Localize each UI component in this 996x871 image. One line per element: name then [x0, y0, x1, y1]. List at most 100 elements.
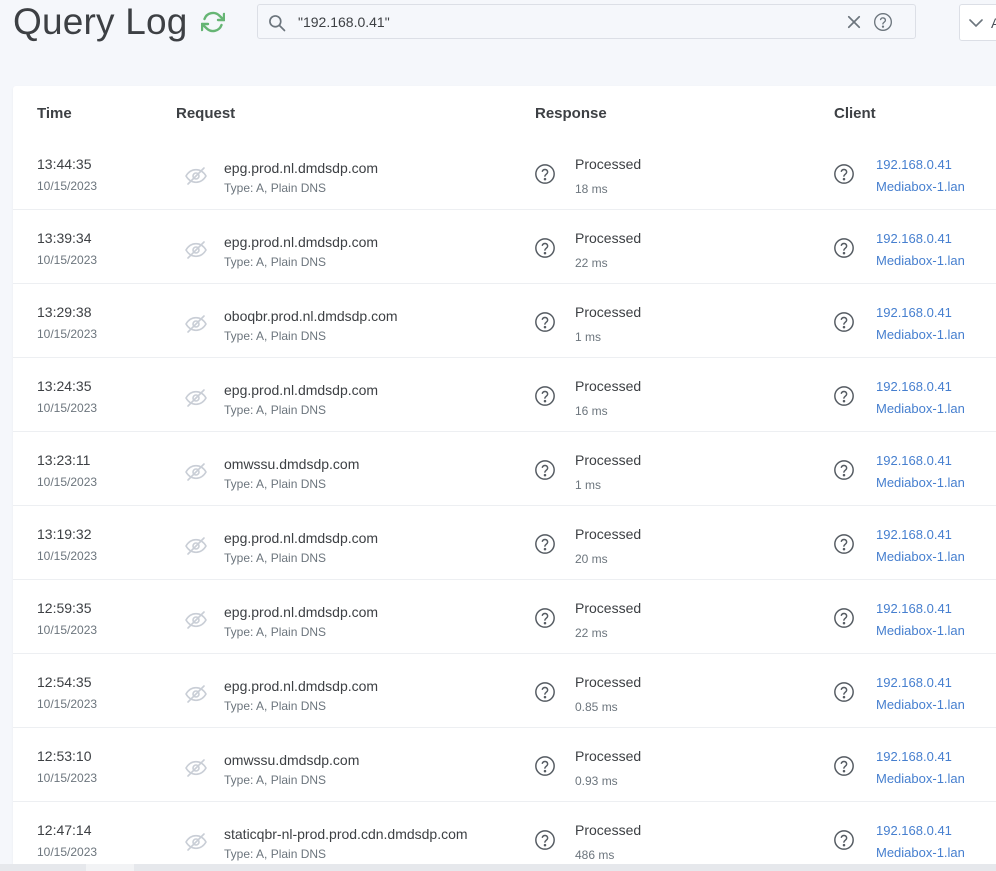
question-circle-icon[interactable]	[833, 829, 855, 851]
question-circle-icon[interactable]	[833, 459, 855, 481]
client-ip-link[interactable]: 192.168.0.41	[876, 305, 952, 320]
eye-off-icon	[185, 389, 207, 407]
client-ip-link[interactable]: 192.168.0.41	[876, 675, 952, 690]
refresh-button[interactable]	[200, 9, 226, 35]
table-row[interactable]: 12:59:35 10/15/2023 epg.prod.nl.dmdsdp.c…	[13, 580, 996, 654]
eye-off-icon	[185, 315, 207, 333]
request-domain: epg.prod.nl.dmdsdp.com	[224, 160, 379, 176]
response-time: 20 ms	[575, 552, 608, 566]
question-circle-icon[interactable]	[833, 755, 855, 777]
client-name-link[interactable]: Mediabox-1.lan	[876, 697, 965, 712]
question-circle-icon[interactable]	[534, 681, 556, 703]
client-name-link[interactable]: Mediabox-1.lan	[876, 179, 965, 194]
question-circle-icon[interactable]	[833, 385, 855, 407]
table-header: Time Request Response Client	[13, 86, 996, 143]
client-ip-link[interactable]: 192.168.0.41	[876, 601, 952, 616]
table-row[interactable]: 13:44:35 10/15/2023 epg.prod.nl.dmdsdp.c…	[13, 136, 996, 210]
question-circle-icon[interactable]	[534, 237, 556, 259]
response-filter-select[interactable]: A	[959, 4, 996, 41]
client-ip-link[interactable]: 192.168.0.41	[876, 749, 952, 764]
question-circle-icon[interactable]	[534, 163, 556, 185]
response-status: Processed	[575, 674, 642, 690]
request-type: Type: A, Plain DNS	[224, 773, 327, 787]
question-circle-icon[interactable]	[833, 533, 855, 555]
request-type: Type: A, Plain DNS	[224, 699, 327, 713]
table-row[interactable]: 13:39:34 10/15/2023 epg.prod.nl.dmdsdp.c…	[13, 210, 996, 284]
response-status: Processed	[575, 748, 642, 764]
column-header-request[interactable]: Request	[176, 105, 235, 122]
response-status: Processed	[575, 156, 642, 172]
response-time: 0.93 ms	[575, 774, 618, 788]
time-value: 13:24:35	[37, 378, 92, 394]
response-time: 1 ms	[575, 478, 602, 492]
table-row[interactable]: 12:54:35 10/15/2023 epg.prod.nl.dmdsdp.c…	[13, 654, 996, 728]
table-body: 13:44:35 10/15/2023 epg.prod.nl.dmdsdp.c…	[13, 136, 996, 871]
question-circle-icon[interactable]	[534, 385, 556, 407]
response-time: 1 ms	[575, 330, 602, 344]
question-circle-icon[interactable]	[833, 311, 855, 333]
table-row[interactable]: 13:23:11 10/15/2023 omwssu.dmdsdp.com Ty…	[13, 432, 996, 506]
table-row[interactable]: 13:29:38 10/15/2023 oboqbr.prod.nl.dmdsd…	[13, 284, 996, 358]
question-circle-icon[interactable]	[833, 237, 855, 259]
client-ip-link[interactable]: 192.168.0.41	[876, 453, 952, 468]
response-status: Processed	[575, 452, 642, 468]
table-row[interactable]: 13:19:32 10/15/2023 epg.prod.nl.dmdsdp.c…	[13, 506, 996, 580]
time-value: 13:44:35	[37, 156, 92, 172]
request-domain: omwssu.dmdsdp.com	[224, 456, 360, 472]
client-name-link[interactable]: Mediabox-1.lan	[876, 549, 965, 564]
client-name-link[interactable]: Mediabox-1.lan	[876, 623, 965, 638]
question-circle-icon[interactable]	[873, 12, 893, 32]
client-ip-link[interactable]: 192.168.0.41	[876, 231, 952, 246]
time-value: 13:39:34	[37, 230, 92, 246]
client-ip-link[interactable]: 192.168.0.41	[876, 527, 952, 542]
client-name-link[interactable]: Mediabox-1.lan	[876, 253, 965, 268]
question-circle-icon[interactable]	[833, 607, 855, 629]
eye-off-icon	[185, 241, 207, 259]
request-domain: epg.prod.nl.dmdsdp.com	[224, 382, 379, 398]
response-status: Processed	[575, 526, 642, 542]
date-value: 10/15/2023	[37, 845, 98, 859]
question-circle-icon[interactable]	[833, 163, 855, 185]
client-name-link[interactable]: Mediabox-1.lan	[876, 771, 965, 786]
column-header-response[interactable]: Response	[535, 105, 607, 122]
client-name-link[interactable]: Mediabox-1.lan	[876, 401, 965, 416]
request-domain: oboqbr.prod.nl.dmdsdp.com	[224, 308, 398, 324]
request-domain: epg.prod.nl.dmdsdp.com	[224, 604, 379, 620]
column-header-time[interactable]: Time	[37, 105, 72, 122]
question-circle-icon[interactable]	[833, 681, 855, 703]
client-name-link[interactable]: Mediabox-1.lan	[876, 475, 965, 490]
client-ip-link[interactable]: 192.168.0.41	[876, 157, 952, 172]
page-header: Query Log "192.168.0.41" A	[0, 0, 996, 60]
question-circle-icon[interactable]	[534, 755, 556, 777]
eye-off-icon	[185, 685, 207, 703]
request-domain: epg.prod.nl.dmdsdp.com	[224, 678, 379, 694]
search-input[interactable]	[298, 5, 858, 38]
question-circle-icon[interactable]	[534, 459, 556, 481]
client-ip-link[interactable]: 192.168.0.41	[876, 379, 952, 394]
question-circle-icon[interactable]	[534, 829, 556, 851]
client-name-link[interactable]: Mediabox-1.lan	[876, 845, 965, 860]
question-circle-icon[interactable]	[534, 533, 556, 555]
date-value: 10/15/2023	[37, 327, 98, 341]
table-row[interactable]: 12:53:10 10/15/2023 omwssu.dmdsdp.com Ty…	[13, 728, 996, 802]
time-value: 12:54:35	[37, 674, 92, 690]
date-value: 10/15/2023	[37, 623, 98, 637]
column-header-client[interactable]: Client	[834, 105, 876, 122]
client-ip-link[interactable]: 192.168.0.41	[876, 823, 952, 838]
response-time: 22 ms	[575, 626, 608, 640]
time-value: 13:29:38	[37, 304, 92, 320]
request-type: Type: A, Plain DNS	[224, 329, 327, 343]
question-circle-icon[interactable]	[534, 607, 556, 629]
question-circle-icon[interactable]	[534, 311, 556, 333]
horizontal-scrollbar[interactable]	[0, 864, 996, 871]
time-value: 13:19:32	[37, 526, 92, 542]
time-value: 12:59:35	[37, 600, 92, 616]
client-name-link[interactable]: Mediabox-1.lan	[876, 327, 965, 342]
table-row[interactable]: 13:24:35 10/15/2023 epg.prod.nl.dmdsdp.c…	[13, 358, 996, 432]
search-box	[257, 4, 916, 39]
close-icon[interactable]	[845, 13, 863, 31]
scrollbar-thumb[interactable]	[86, 864, 134, 871]
response-status: Processed	[575, 822, 642, 838]
filter-label: A	[991, 15, 996, 31]
table-row[interactable]: 12:47:14 10/15/2023 staticqbr-nl-prod.pr…	[13, 802, 996, 871]
